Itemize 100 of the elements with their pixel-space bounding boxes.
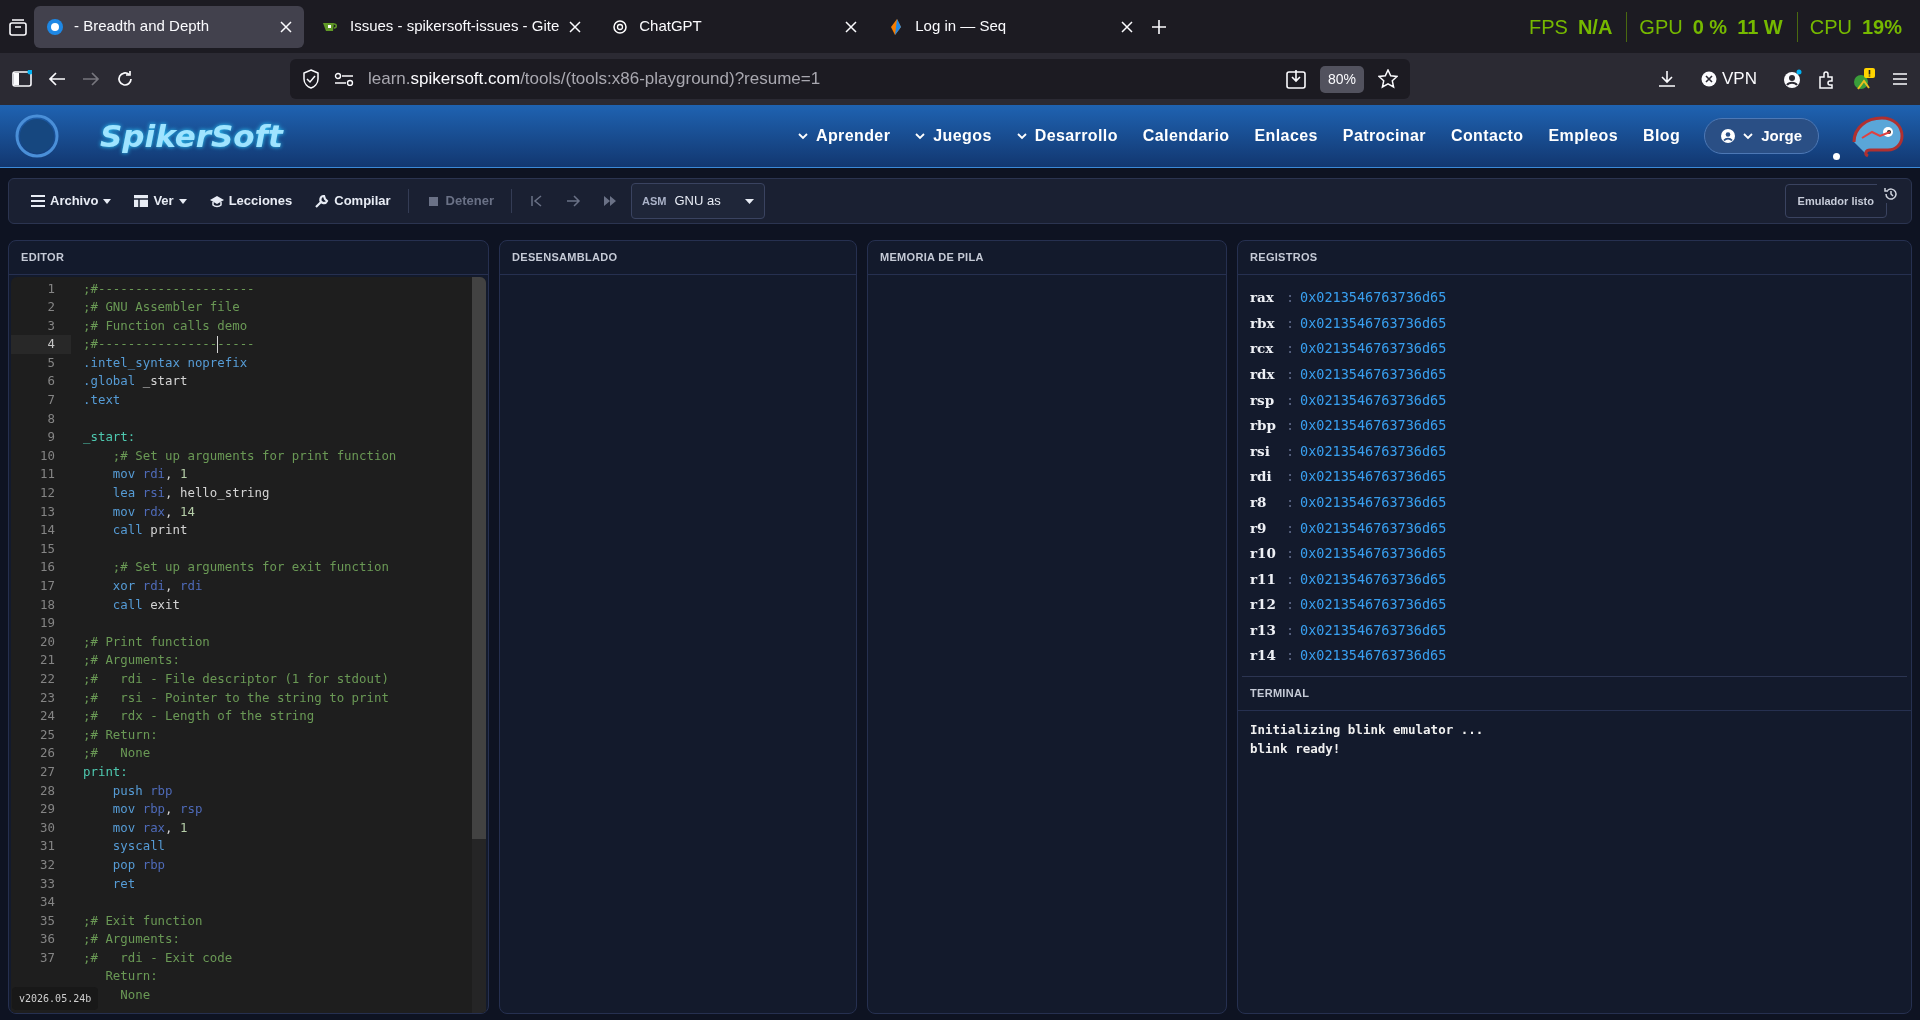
register-value: 0x0213546763736d65 [1300, 595, 1447, 615]
metric-label: GPU [1639, 15, 1683, 40]
register-value: 0x0213546763736d65 [1300, 646, 1447, 666]
code-line: Return: [104, 967, 158, 986]
line-number: 14 [39, 521, 56, 540]
register-name: rsi [1250, 441, 1271, 461]
nav-link[interactable]: Patrocinar [1342, 124, 1426, 148]
menu-icon[interactable] [1892, 72, 1908, 86]
plus-icon[interactable] [1151, 18, 1168, 35]
vpn-button[interactable]: VPN [1692, 61, 1766, 97]
scrollbar[interactable] [472, 276, 486, 1013]
close-icon[interactable] [845, 20, 858, 33]
separator-colon: : [1286, 595, 1296, 615]
line-number: 34 [39, 893, 56, 912]
url-text[interactable]: learn.spikersoft.com/tools/(tools:x86-playground)?resume=1 [368, 66, 821, 92]
nav-link[interactable]: Desarrollo [1016, 124, 1118, 148]
line-number: 21 [39, 651, 56, 670]
register-value: 0x0213546763736d65 [1300, 569, 1447, 589]
code-line: ;# Function calls demo [82, 316, 248, 335]
close-icon[interactable] [280, 20, 292, 33]
scrollbar-thumb[interactable] [472, 276, 486, 839]
nav-link[interactable]: Enlaces [1254, 124, 1318, 148]
toolbar-button[interactable]: Lecciones [199, 186, 302, 216]
line-number: 12 [39, 484, 56, 503]
line-number: 32 [39, 855, 56, 874]
terminal-line: blink ready! [1250, 739, 1342, 758]
line-number: 28 [39, 781, 56, 800]
line-number: 24 [39, 707, 56, 726]
assembler-select[interactable]: ASM GNU as [631, 183, 765, 219]
register-value: 0x0213546763736d65 [1300, 467, 1447, 487]
register-value: 0x0213546763736d65 [1300, 416, 1447, 436]
shield-icon[interactable] [302, 69, 320, 89]
forward-icon[interactable] [82, 71, 100, 87]
nav-link[interactable]: Juegos [915, 124, 992, 148]
code-line: .text [82, 391, 121, 410]
line-number: 10 [39, 446, 56, 465]
separator-colon: : [1286, 416, 1296, 436]
metric-value: N/A [1577, 15, 1613, 40]
register-name: r14 [1250, 646, 1277, 666]
browser-tab[interactable]: Log in — Seq [875, 5, 1146, 48]
nav-link[interactable]: Aprender [797, 124, 891, 148]
line-number: 22 [39, 669, 56, 688]
user-menu-button[interactable]: Jorge [1704, 117, 1819, 155]
nav-link[interactable]: Empleos [1548, 124, 1618, 148]
back-icon[interactable] [48, 71, 66, 87]
code-line: call exit [111, 595, 180, 614]
browser-tab[interactable]: Issues - spikersoft-issues - Gite [310, 5, 594, 48]
separator-colon: : [1286, 288, 1296, 308]
download-icon[interactable] [1658, 70, 1677, 88]
user-icon [1721, 129, 1736, 143]
download-page-icon[interactable] [1285, 69, 1306, 89]
bookmark-star-icon[interactable] [1378, 69, 1398, 89]
close-icon[interactable] [1121, 20, 1134, 33]
code-editor[interactable] [11, 276, 486, 1013]
browser-tab[interactable]: ChatGPT [599, 5, 870, 48]
code-line: .intel_syntax noprefix [82, 353, 248, 372]
panel-title: EDITOR [9, 241, 488, 275]
history-icon [1884, 186, 1898, 201]
code-line: push rbp [111, 781, 173, 800]
nav-link[interactable]: Blog [1643, 124, 1681, 148]
extensions-icon[interactable] [1818, 69, 1836, 89]
code-line: mov rdx, 14 [111, 502, 195, 521]
account-icon[interactable] [1782, 69, 1802, 89]
toolbar-button[interactable]: Compilar [305, 186, 400, 216]
toolbar-button[interactable]: Ver [124, 186, 196, 216]
panel-title: TERMINAL [1238, 677, 1911, 711]
line-number: 31 [39, 837, 56, 856]
caret-icon [178, 198, 187, 204]
register-value: 0x0213546763736d65 [1300, 620, 1447, 640]
chevron-down-icon [797, 132, 808, 140]
metric-value: 19% [1861, 15, 1902, 40]
nav-link[interactable]: Calendario [1142, 124, 1230, 148]
reload-icon[interactable] [116, 70, 134, 88]
register-value: 0x0213546763736d65 [1300, 518, 1447, 538]
logo-ring-icon[interactable] [14, 113, 60, 159]
extension-warning-icon[interactable] [1852, 67, 1876, 91]
register-value: 0x0213546763736d65 [1300, 288, 1447, 308]
close-icon[interactable] [569, 20, 582, 33]
register-name: r13 [1250, 620, 1277, 640]
register-value: 0x0213546763736d65 [1300, 313, 1447, 333]
graduation-cap-icon [208, 194, 224, 208]
code-line: ;# rdi - File descriptor (1 for stdout) [82, 669, 389, 688]
browser-tab[interactable]: - Breadth and Depth [34, 5, 304, 48]
code-line: ;# Return: [82, 725, 158, 744]
metric-value: 11 W [1737, 15, 1783, 40]
nav-link[interactable]: Contacto [1450, 124, 1524, 148]
zoom-button[interactable]: 80% [1319, 65, 1364, 93]
site-logo[interactable]: SpikerSoft [100, 112, 283, 160]
toolbar-button[interactable]: Archivo [21, 186, 121, 216]
separator-colon: : [1286, 390, 1296, 410]
permissions-icon[interactable] [334, 72, 354, 86]
code-line: ret [111, 874, 136, 893]
line-number: 4 [11, 335, 71, 354]
line-number: 17 [39, 577, 56, 595]
tab-list-icon[interactable] [8, 17, 28, 36]
caret-icon [103, 198, 112, 204]
sidebar-icon[interactable] [12, 70, 32, 88]
code-line: ;# Exit function [82, 911, 203, 930]
separator-colon: : [1286, 492, 1296, 512]
status-dot-icon [1833, 153, 1840, 160]
